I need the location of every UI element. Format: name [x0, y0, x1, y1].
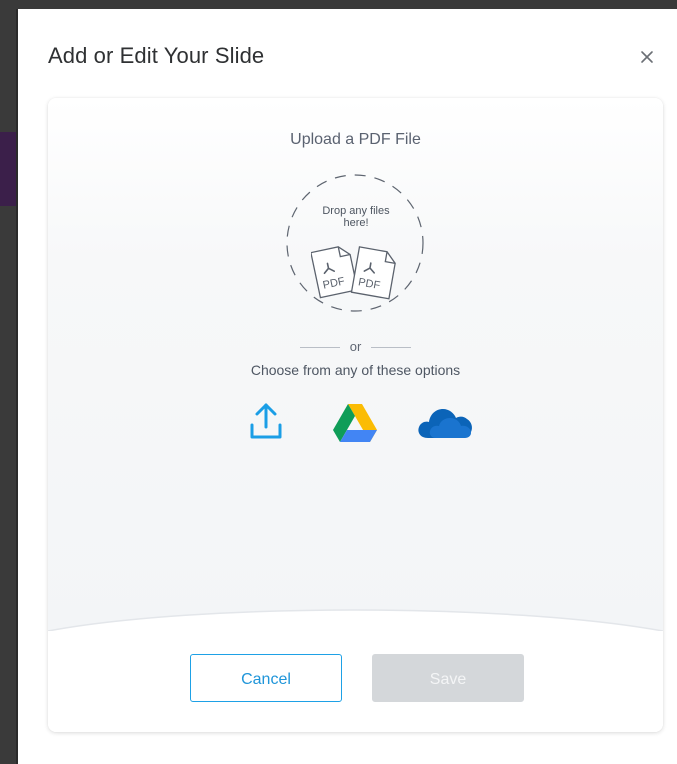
or-text: or	[349, 339, 362, 354]
close-button[interactable]	[635, 45, 659, 69]
upload-from-device-button[interactable]	[248, 401, 284, 441]
cancel-button[interactable]: Cancel	[190, 654, 342, 702]
upload-from-device-icon	[250, 403, 282, 439]
onedrive-icon	[418, 409, 472, 438]
or-divider: or	[48, 339, 663, 354]
divider-line-left	[299, 347, 340, 349]
pdf-files-icon: PDF PDF	[311, 246, 396, 300]
dialog-footer	[48, 631, 663, 732]
file-dropzone[interactable]: Upload a PDF File Drop any files here! P…	[48, 98, 663, 638]
close-icon	[641, 51, 653, 63]
app-background: Add or Edit Your Slide Upload a PDF File…	[0, 0, 677, 764]
edit-slide-dialog: Add or Edit Your Slide Upload a PDF File…	[16, 9, 677, 764]
google-drive-button[interactable]	[333, 402, 377, 442]
dialog-title: Add or Edit Your Slide	[48, 43, 265, 68]
save-button[interactable]: Save	[372, 654, 524, 702]
divider-line-right	[371, 347, 412, 349]
drop-files-text: Drop any files here!	[322, 205, 390, 229]
google-drive-icon	[333, 404, 377, 442]
upload-heading: Upload a PDF File	[290, 131, 421, 148]
choose-options-text: Choose from any of these options	[250, 362, 461, 378]
upload-card: Upload a PDF File Drop any files here! P…	[48, 98, 663, 732]
onedrive-button[interactable]	[416, 404, 474, 440]
